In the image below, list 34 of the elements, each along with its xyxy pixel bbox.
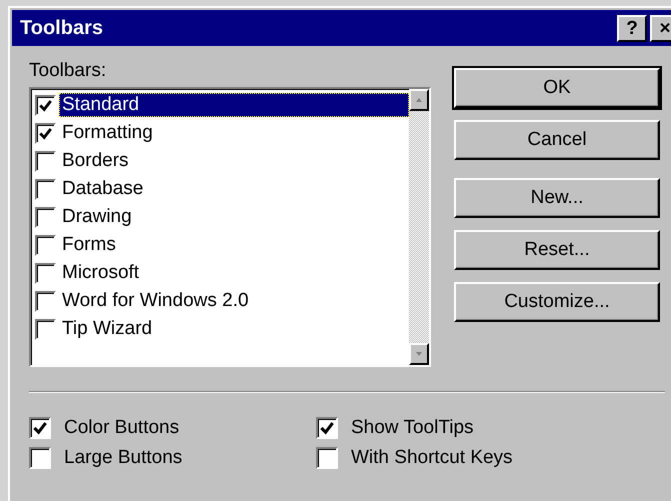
checkbox[interactable] [29, 417, 51, 439]
option-label: Show ToolTips [351, 417, 474, 439]
check-icon [39, 98, 52, 112]
list-item[interactable]: Microsoft [59, 261, 409, 285]
dialog-button[interactable]: Customize... [454, 282, 660, 322]
checkbox[interactable] [316, 417, 338, 439]
checkbox[interactable] [316, 447, 338, 469]
toolbars-label: Toolbars: [29, 60, 108, 82]
dialog-button[interactable]: New... [454, 178, 660, 218]
window-title: Toolbars [20, 16, 103, 40]
check-icon [320, 421, 334, 435]
option-label: With Shortcut Keys [351, 447, 513, 469]
check-icon [33, 421, 47, 435]
option-label: Large Buttons [64, 447, 182, 469]
dialog-button[interactable]: Cancel [454, 120, 660, 160]
checkbox[interactable] [29, 447, 51, 469]
dialog-button[interactable]: OK [454, 68, 660, 108]
scroll-down-icon[interactable] [409, 343, 429, 365]
list-item[interactable]: Word for Windows 2.0 [59, 289, 409, 313]
list-item[interactable]: Database [59, 177, 409, 201]
scrollbar[interactable] [409, 89, 429, 365]
check-icon [39, 126, 52, 140]
help-button[interactable]: ? [617, 14, 647, 42]
list-item[interactable]: Formatting [59, 121, 409, 145]
option-label: Color Buttons [64, 417, 180, 439]
dialog-button[interactable]: Reset... [454, 230, 660, 270]
close-button[interactable]: × [650, 14, 671, 42]
scroll-up-icon[interactable] [409, 89, 429, 111]
list-item[interactable]: Drawing [59, 205, 409, 229]
checkbox[interactable] [35, 94, 56, 116]
list-item[interactable]: Borders [59, 149, 409, 173]
list-item[interactable]: Tip Wizard [59, 317, 409, 341]
list-item[interactable]: Forms [59, 233, 409, 257]
list-item[interactable]: Standard [59, 93, 409, 117]
